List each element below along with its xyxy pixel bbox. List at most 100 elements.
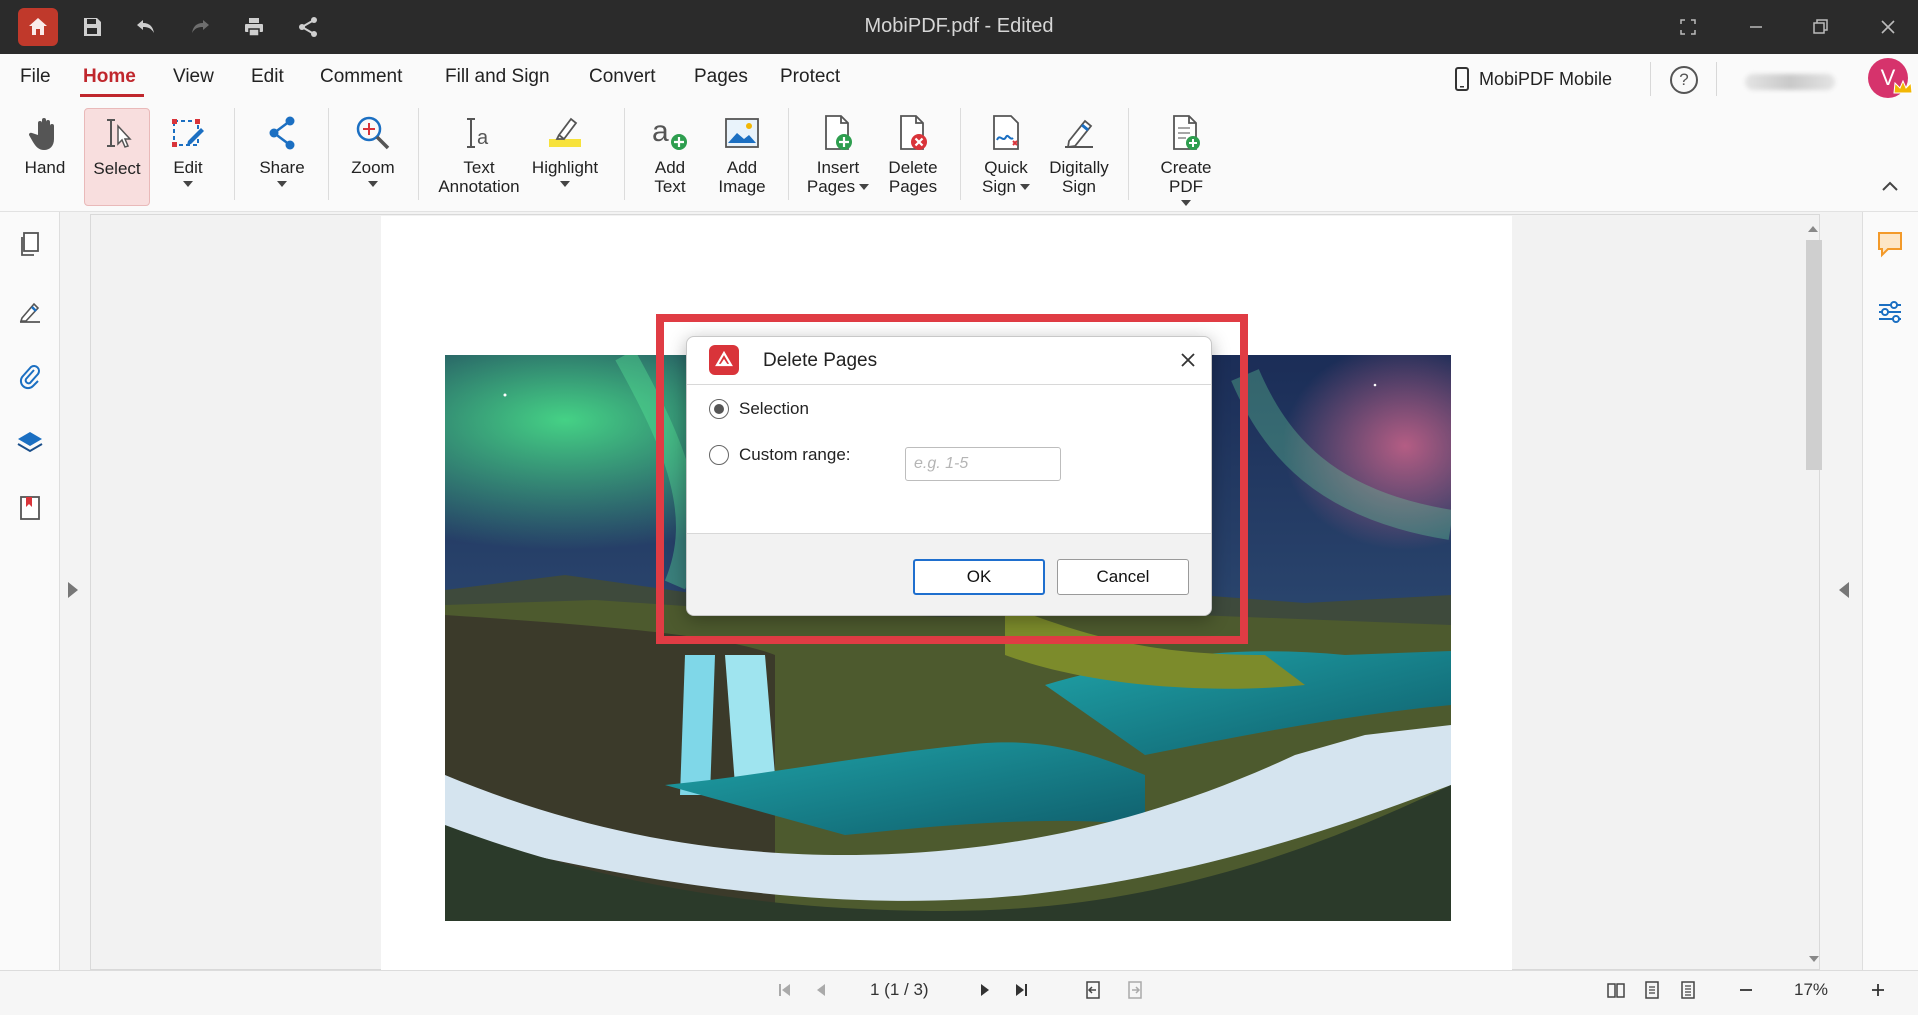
menu-divider [1650,62,1651,96]
undo-button[interactable] [126,8,166,46]
digitally-sign-button[interactable]: Digitally Sign [1044,108,1114,206]
last-page-button[interactable] [1009,978,1033,1002]
radio-selected-dot [714,404,724,414]
pages-icon [21,232,39,256]
custom-range-input[interactable] [905,447,1061,481]
cancel-button[interactable]: Cancel [1057,559,1189,595]
create-pdf-label: Create PDF [1160,158,1212,196]
quick-sign-button[interactable]: Quick Sign [972,108,1040,206]
plus-icon [1872,984,1884,996]
mobipdf-mobile-link[interactable]: MobiPDF Mobile [1455,64,1612,94]
close-icon[interactable] [1177,349,1199,371]
insert-pages-button[interactable]: Insert Pages [800,108,876,206]
insert-pages-label: Insert Pages [807,158,870,196]
next-view-button[interactable] [1123,978,1147,1002]
menu-protect[interactable]: Protect [780,66,840,88]
ok-button[interactable]: OK [913,559,1045,595]
add-text-label: Add Text [654,158,686,196]
zoom-tool-button[interactable]: Zoom [344,108,402,206]
share-icon [299,17,317,37]
share-tool-button[interactable]: Share [252,108,312,206]
first-page-button[interactable] [773,978,797,1002]
mobipdf-mobile-label: MobiPDF Mobile [1479,68,1613,89]
create-pdf-button[interactable]: Create PDF [1142,108,1230,206]
app-logo-icon [709,345,739,375]
save-button[interactable] [72,8,112,46]
zoom-level[interactable]: 17% [1794,980,1828,1000]
delete-page-icon [900,115,927,150]
home-button[interactable] [18,8,58,46]
highlight-button[interactable]: Highlight [526,108,604,206]
edit-icon [172,119,204,147]
selection-radio[interactable] [709,399,729,419]
next-page-button[interactable] [973,978,997,1002]
menu-file[interactable]: File [20,66,51,88]
text-annotation-button[interactable]: a Text Annotation [432,108,526,206]
comment-icon[interactable] [1874,228,1906,260]
custom-range-label: Custom range: [739,445,851,464]
custom-range-option[interactable]: Custom range: [709,445,851,465]
scroll-up-icon [1808,226,1818,232]
menu-comment[interactable]: Comment [320,66,402,88]
zoom-out-button[interactable] [1734,978,1758,1002]
selection-label: Selection [739,399,809,418]
delete-pages-button[interactable]: Delete Pages [882,108,944,206]
page-indicator[interactable]: 1 (1 / 3) [870,980,929,1000]
sign-panel-button[interactable] [14,296,46,328]
zoom-in-button[interactable] [1866,978,1890,1002]
ribbon-divider [788,108,789,200]
account-name-blurred[interactable] [1745,74,1835,90]
menu-pages[interactable]: Pages [694,66,748,88]
custom-range-radio[interactable] [709,445,729,465]
maximize-icon [1813,19,1828,34]
minimize-button[interactable] [1736,10,1776,44]
maximize-button[interactable] [1800,10,1840,44]
expand-left-panel-arrow[interactable] [68,582,78,598]
menu-view[interactable]: View [173,66,214,88]
add-text-button[interactable]: a Add Text [640,108,700,206]
chevron-up-icon[interactable] [1876,176,1904,196]
menu-home[interactable]: Home [83,66,136,88]
create-pdf-icon [1173,115,1200,150]
single-page-mode-button[interactable] [1640,978,1664,1002]
fullscreen-button[interactable] [1668,10,1708,44]
quick-sign-label: Quick Sign [982,158,1031,196]
bookmarks-panel-button[interactable] [14,492,46,524]
menu-edit[interactable]: Edit [251,66,284,88]
attachments-panel-button[interactable] [14,360,46,392]
scrollbar-thumb[interactable] [1806,240,1822,470]
layers-panel-button[interactable] [14,426,46,458]
minimize-icon [1750,26,1762,28]
properties-icon[interactable] [1874,296,1906,328]
add-text-icon: a [652,115,687,150]
text-annotation-label: Text Annotation [438,158,520,196]
digital-sign-icon [1065,119,1093,149]
svg-text:a: a [477,127,489,149]
ribbon-divider [418,108,419,200]
edit-label: Edit [173,158,203,177]
minus-icon [1740,989,1752,991]
reading-mode-button[interactable] [1604,978,1628,1002]
select-tool-button[interactable]: Select [84,108,150,206]
pages-panel-button[interactable] [14,228,46,260]
previous-view-icon [1086,981,1100,999]
share-title-button[interactable] [288,8,328,46]
help-button[interactable]: ? [1670,66,1698,94]
digitally-sign-label: Digitally Sign [1049,158,1109,196]
add-image-label: Add Image [718,158,766,196]
print-button[interactable] [234,8,274,46]
expand-right-panel-arrow[interactable] [1839,582,1849,598]
close-window-button[interactable] [1868,10,1908,44]
menu-convert[interactable]: Convert [589,66,656,88]
redo-button[interactable] [180,8,220,46]
selection-option[interactable]: Selection [709,399,809,419]
scroll-down-icon[interactable] [1806,952,1822,966]
add-image-button[interactable]: Add Image [710,108,774,206]
hand-tool-button[interactable]: Hand [14,108,76,206]
previous-page-button[interactable] [809,978,833,1002]
continuous-mode-button[interactable] [1676,978,1700,1002]
highlight-label: Highlight [531,158,599,177]
edit-tool-button[interactable]: Edit [160,108,216,206]
previous-view-button[interactable] [1081,978,1105,1002]
menu-fill-and-sign[interactable]: Fill and Sign [445,66,550,88]
